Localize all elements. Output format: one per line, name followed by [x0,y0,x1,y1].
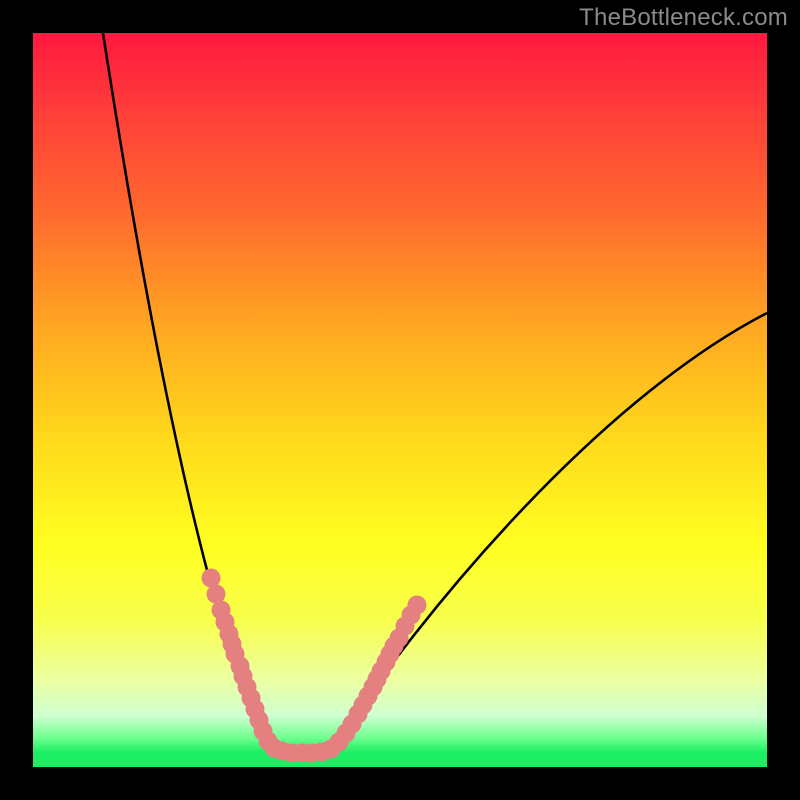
chart-canvas: TheBottleneck.com [0,0,800,800]
watermark-text: TheBottleneck.com [579,4,788,32]
curve-layer [33,33,767,767]
data-dot [408,596,427,615]
bottleneck-curve [103,33,767,751]
data-dots [202,569,427,763]
plot-area [33,33,767,767]
